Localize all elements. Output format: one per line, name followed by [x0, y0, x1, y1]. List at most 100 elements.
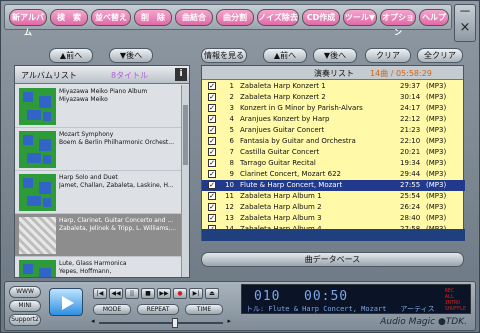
volume-knob[interactable]	[172, 318, 179, 328]
album-item[interactable]: Mozart Symphony Boem & Berlin Philharmoni…	[15, 128, 183, 171]
album-next-button[interactable]: ▼後へ	[109, 48, 153, 63]
track-row[interactable]: ✓ 5 Aranjues Guitar Concert 21:23 (MP3)	[202, 125, 465, 136]
album-art	[19, 131, 56, 168]
album-artist: Boem & Berlin Philharmonic Orchest...	[59, 139, 174, 146]
eject-button[interactable]: ⏏	[205, 288, 219, 299]
track-number: 11	[225, 192, 234, 200]
track-duration: 29:37	[400, 82, 421, 90]
track-row[interactable]: ✓ 4 Aranjues Konzert by Harp 22:12 (MP3)	[202, 114, 465, 125]
view-info-button[interactable]: 情報を見る	[201, 48, 247, 63]
window-controls: － ×	[454, 4, 476, 42]
album-art	[19, 174, 56, 211]
support-button[interactable]: Support2	[9, 314, 41, 326]
forward-button[interactable]: ▶▶	[157, 288, 171, 299]
volume-slider[interactable]: ◂ ▸	[91, 317, 231, 328]
split-track-button[interactable]: 曲分割	[216, 9, 254, 26]
track-number: 7	[229, 148, 234, 156]
track-checkbox[interactable]: ✓	[208, 203, 216, 211]
track-duration: 27:55	[400, 181, 421, 189]
playlist-next-button[interactable]: ▼後へ	[313, 48, 357, 63]
new-album-button[interactable]: 新アルバム	[9, 9, 47, 37]
track-checkbox[interactable]: ✓	[208, 159, 216, 167]
track-duration: 28:40	[400, 214, 421, 222]
track-row[interactable]: ✓ 6 Fantasia by Guitar and Orchestra 22:10 (…	[202, 136, 465, 147]
info-icon[interactable]: i	[175, 68, 187, 81]
time-button[interactable]: TIME	[185, 304, 223, 315]
track-checkbox[interactable]: ✓	[208, 115, 216, 123]
next-track-button[interactable]: ▶|	[189, 288, 203, 299]
pause-button[interactable]: ||	[125, 288, 139, 299]
album-list-scrollbar[interactable]	[181, 85, 189, 277]
track-checkbox[interactable]: ✓	[208, 214, 216, 222]
scrollbar-thumb[interactable]	[183, 105, 188, 165]
album-prev-button[interactable]: ▲前へ	[49, 48, 93, 63]
help-button[interactable]: ヘルプ	[419, 9, 449, 26]
lcd-display: 010 00:50 トル: Flute & Harp Concert, Moza…	[241, 284, 471, 314]
track-title: Flute & Harp Concert, Mozart	[240, 181, 343, 189]
track-format: (MP3)	[426, 82, 447, 90]
playlist-summary: 14曲 / 05:58:29	[370, 69, 432, 78]
delete-button[interactable]: 削 除	[134, 9, 172, 26]
album-item[interactable]: Harp, Clarinet, Guitar Concerto and ... Z…	[15, 214, 183, 257]
track-number: 8	[229, 159, 234, 167]
track-format: (MP3)	[426, 181, 447, 189]
play-button[interactable]	[49, 288, 83, 316]
track-checkbox[interactable]: ✓	[208, 148, 216, 156]
track-format: (MP3)	[426, 148, 447, 156]
track-row[interactable]: ✓ 2 Zabaleta Harp Konzert 2 30:14 (MP3)	[202, 92, 465, 103]
album-title: Lute, Glass Harmonica	[59, 260, 127, 267]
album-artist: Jamet, Challan, Zabaleta, Laskine, H...	[59, 182, 174, 189]
track-row[interactable]: ✓ 11 Zabaleta Harp Album 1 25:54 (MP3)	[202, 191, 465, 202]
playlist-title: 演奏リスト	[314, 69, 354, 78]
track-checkbox[interactable]: ✓	[208, 170, 216, 178]
search-button[interactable]: 検 索	[50, 9, 88, 26]
playlist-prev-button[interactable]: ▲前へ	[263, 48, 307, 63]
record-button[interactable]: ●	[173, 288, 187, 299]
brand-logo: Audio Magic ●TDK.	[380, 317, 467, 327]
track-checkbox[interactable]: ✓	[208, 93, 216, 101]
track-row[interactable]: ✓ 8 Tarrago Guitar Recital 19:34 (MP3)	[202, 158, 465, 169]
minimize-button[interactable]: －	[455, 5, 475, 20]
sort-button[interactable]: 並べ替え	[91, 9, 131, 26]
clear-button[interactable]: クリア	[365, 48, 411, 63]
track-row[interactable]: ✓ 3 Konzert in G Minor by Parish-Alvars 24:…	[202, 103, 465, 114]
track-row[interactable]: ✓ 7 Castilla Guitar Concert 20:21 (MP3)	[202, 147, 465, 158]
track-row[interactable]: ✓ 10 Flute & Harp Concert, Mozart 27:55 (MP3…	[202, 180, 465, 191]
rewind-button[interactable]: ◀◀	[109, 288, 123, 299]
album-item[interactable]: Lute, Glass HarmonicaYepes, Hoffmann,200…	[15, 257, 183, 277]
album-title: Harp, Clarinet, Guitar Concerto and ...	[59, 217, 174, 224]
album-artist: Zabaleta, Jelinek & Tripp, L. Williams,.…	[59, 225, 176, 232]
track-row[interactable]: ✓ 12 Zabaleta Harp Album 2 26:24 (MP3)	[202, 202, 465, 213]
track-title: Aranjues Guitar Concert	[240, 126, 325, 134]
www-button[interactable]: WWW	[9, 286, 41, 298]
track-database-button[interactable]: 曲データベース	[201, 252, 464, 267]
prev-track-button[interactable]: |◀	[93, 288, 107, 299]
album-artist: Yepes, Hoffmann,	[59, 268, 112, 275]
track-checkbox[interactable]: ✓	[208, 181, 216, 189]
mode-button[interactable]: MODE	[93, 304, 131, 315]
track-title: Zabaleta Harp Konzert 1	[240, 82, 326, 90]
album-item[interactable]: Miyazawa Meiko Piano Album Miyazawa Meiko…	[15, 85, 183, 128]
mini-button[interactable]: MINI	[9, 300, 41, 312]
options-button[interactable]: オプション	[380, 9, 416, 37]
cd-create-button[interactable]: CD作成	[302, 9, 340, 26]
clear-all-button[interactable]: 全クリア	[417, 48, 463, 63]
track-row[interactable]: ✓ 1 Zabaleta Harp Konzert 1 29:37 (MP3)	[202, 81, 465, 92]
repeat-button[interactable]: REPEAT	[137, 304, 179, 315]
tools-menu-button[interactable]: ツール▼	[343, 9, 377, 26]
track-checkbox[interactable]: ✓	[208, 137, 216, 145]
track-checkbox[interactable]: ✓	[208, 104, 216, 112]
track-row[interactable]: ✓ 13 Zabaleta Harp Album 3 28:40 (MP3)	[202, 213, 465, 224]
track-checkbox[interactable]: ✓	[208, 126, 216, 134]
track-checkbox[interactable]: ✓	[208, 82, 216, 90]
album-art	[19, 88, 56, 125]
album-title: Mozart Symphony	[59, 131, 114, 138]
stop-button[interactable]: ■	[141, 288, 155, 299]
merge-tracks-button[interactable]: 曲結合	[175, 9, 213, 26]
album-item[interactable]: Harp Solo and Duet Jamet, Challan, Zabale…	[15, 171, 183, 214]
noise-removal-button[interactable]: ノイズ除去	[257, 9, 299, 26]
track-format: (MP3)	[426, 137, 447, 145]
track-checkbox[interactable]: ✓	[208, 192, 216, 200]
track-row[interactable]: ✓ 9 Clarinet Concert, Mozart 622 29:44 (MP3)	[202, 169, 465, 180]
close-button[interactable]: ×	[455, 20, 475, 35]
